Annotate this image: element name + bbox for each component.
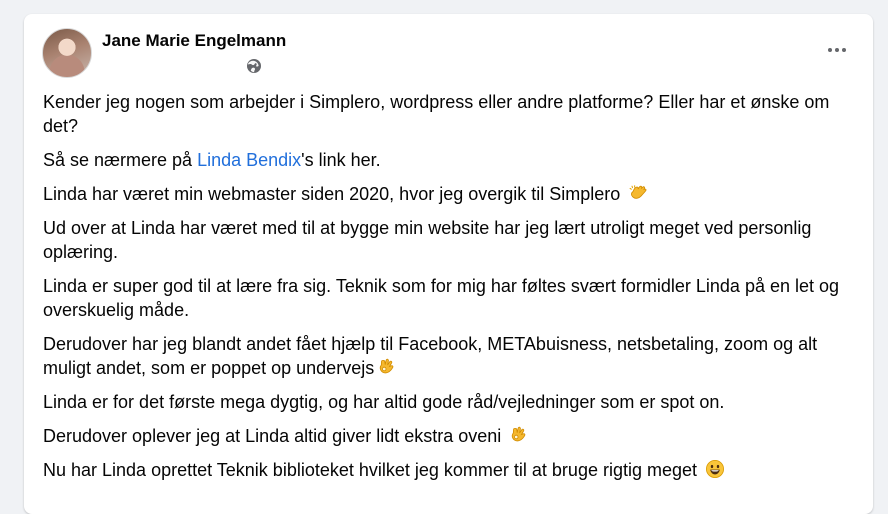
paragraph-text: Derudover har jeg blandt andet fået hjæl… <box>43 334 818 378</box>
post-paragraph: Ud over at Linda har været med til at by… <box>43 216 855 264</box>
post-paragraph: Linda er for det første mega dygtig, og … <box>43 390 855 414</box>
paragraph-text: Linda er super god til at lære fra sig. … <box>43 276 840 320</box>
paragraph-text: Derudover oplever jeg at Linda altid giv… <box>43 426 502 446</box>
paragraph-text: Ud over at Linda har været med til at by… <box>43 218 812 262</box>
clapping-hands-emoji-icon <box>629 185 647 199</box>
post-paragraph: Linda har været min webmaster siden 2020… <box>43 182 855 206</box>
more-horizontal-icon-dot <box>828 48 832 52</box>
post-paragraph: Derudover oplever jeg at Linda altid giv… <box>43 424 855 448</box>
more-options-button[interactable] <box>819 36 855 64</box>
post-header: Jane Marie Engelmann <box>24 14 873 86</box>
paragraph-text: Kender jeg nogen som arbejder i Simplero… <box>43 92 830 136</box>
paragraph-text: Linda er for det første mega dygtig, og … <box>43 392 725 412</box>
ok-hand-emoji-icon <box>380 358 394 374</box>
grinning-face-emoji-icon <box>706 459 725 479</box>
paragraph-text: Så se nærmere på <box>43 150 198 170</box>
more-horizontal-icon-dot <box>842 48 846 52</box>
author-avatar[interactable] <box>42 28 92 78</box>
paragraph-text: 's link her. <box>301 150 381 170</box>
paragraph-text: Nu har Linda oprettet Teknik biblioteket… <box>43 460 698 480</box>
post-paragraph: Kender jeg nogen som arbejder i Simplero… <box>43 90 855 138</box>
post-paragraph: Linda er super god til at lære fra sig. … <box>43 274 855 322</box>
paragraph-text: Linda har været min webmaster siden 2020… <box>43 184 621 204</box>
facebook-post-card: Jane Marie Engelmann Kender jeg nogen so… <box>24 14 873 514</box>
post-paragraph: Så se nærmere på Linda Bendix's link her… <box>43 148 855 172</box>
post-paragraph: Derudover har jeg blandt andet fået hjæl… <box>43 332 855 380</box>
more-horizontal-icon-dot <box>835 48 839 52</box>
globe-icon[interactable] <box>246 58 262 74</box>
ok-hand-emoji-icon <box>512 426 526 442</box>
post-paragraph: Nu har Linda oprettet Teknik biblioteket… <box>43 458 855 482</box>
mention-link-linda-bendix[interactable]: Linda Bendix <box>197 150 301 170</box>
author-name[interactable]: Jane Marie Engelmann <box>102 31 286 51</box>
post-text: Kender jeg nogen som arbejder i Simplero… <box>43 90 855 492</box>
